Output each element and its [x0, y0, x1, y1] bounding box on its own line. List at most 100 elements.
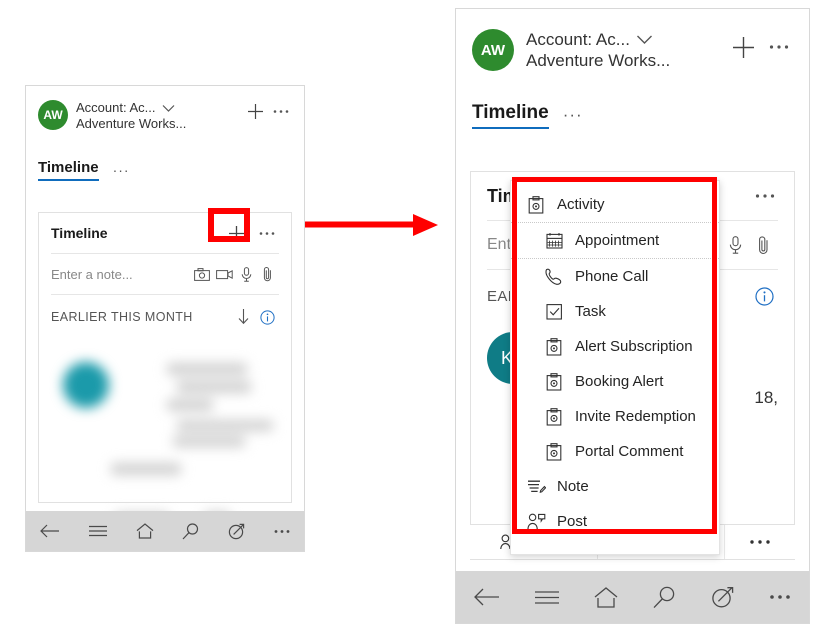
menu-item-activity[interactable]: Activity	[511, 187, 719, 222]
back-icon[interactable]	[40, 524, 60, 538]
search-icon[interactable]	[182, 522, 199, 540]
compass-icon[interactable]	[228, 523, 245, 540]
add-icon[interactable]	[729, 33, 757, 61]
menu-item-label: Portal Comment	[575, 443, 684, 460]
command-more-button[interactable]	[725, 525, 795, 559]
info-icon[interactable]	[255, 309, 279, 325]
menu-item-label: Booking Alert	[575, 373, 664, 390]
info-icon[interactable]	[750, 286, 778, 306]
sort-down-icon[interactable]	[231, 309, 255, 325]
chevron-down-icon[interactable]	[636, 34, 653, 45]
left-section-actions	[231, 309, 279, 325]
account-type-label: Account: Ac...	[76, 100, 156, 115]
tab-overflow-label: ···	[112, 161, 130, 178]
activity-icon	[525, 195, 547, 214]
tab-overflow-icon[interactable]: ···	[563, 105, 583, 125]
note-input-placeholder[interactable]: Enter a note...	[51, 267, 133, 282]
left-phone-frame: AW Account: Ac... Adventure Works... Tim…	[25, 85, 305, 552]
left-account-header[interactable]: AW Account: Ac... Adventure Works...	[26, 86, 304, 133]
attach-icon[interactable]	[257, 266, 279, 282]
more-icon[interactable]	[270, 100, 292, 122]
left-note-row[interactable]: Enter a note...	[39, 254, 291, 294]
section-label: EARLIER THIS MONTH	[51, 310, 193, 324]
more-icon[interactable]	[765, 33, 793, 61]
tab-timeline[interactable]: Timeline	[38, 159, 99, 181]
right-header-actions	[729, 33, 793, 61]
add-icon[interactable]	[244, 100, 266, 122]
left-section-row: EARLIER THIS MONTH	[39, 295, 291, 339]
microphone-icon[interactable]	[235, 266, 257, 282]
avatar: AW	[472, 29, 514, 71]
blurred-line	[167, 399, 213, 411]
left-card-header: Timeline	[39, 213, 291, 253]
right-tabbar: Timeline ···	[456, 102, 809, 129]
tab-overflow-icon[interactable]: ···	[113, 162, 130, 178]
menu-item-task[interactable]: Task	[511, 294, 719, 329]
menu-item-label: Appointment	[575, 232, 660, 249]
home-icon[interactable]	[594, 586, 618, 608]
left-header-actions	[244, 100, 292, 122]
highlight-box-add-button	[208, 208, 250, 242]
menu-icon[interactable]	[534, 590, 559, 605]
menu-item-label: Activity	[557, 196, 605, 213]
note-icon-group	[720, 235, 778, 255]
card-more-icon[interactable]	[752, 183, 778, 209]
menu-item-note[interactable]: Note	[511, 469, 719, 504]
left-timeline-card: Timeline Enter a note... EARLIER THIS MO…	[38, 212, 292, 525]
post-icon	[525, 513, 547, 530]
right-account-header[interactable]: AW Account: Ac... Adventure Works...	[456, 9, 809, 72]
menu-item-post[interactable]: Post	[511, 504, 719, 539]
menu-item-appointment[interactable]: Appointment	[511, 223, 719, 258]
blurred-record-preview	[49, 348, 283, 525]
menu-item-label: Note	[557, 478, 589, 495]
home-icon[interactable]	[136, 523, 154, 539]
blurred-avatar	[63, 362, 109, 408]
blurred-line	[173, 436, 245, 447]
activity-icon	[543, 407, 565, 426]
note-icon-group	[191, 266, 279, 282]
menu-item-portal-comment[interactable]: Portal Comment	[511, 434, 719, 469]
account-type-label: Account: Ac...	[526, 30, 630, 49]
blurred-line	[177, 420, 273, 431]
more-icon[interactable]	[274, 529, 290, 534]
menu-item-phone-call[interactable]: Phone Call	[511, 259, 719, 294]
menu-item-label: Task	[575, 303, 606, 320]
account-name-block[interactable]: Account: Ac... Adventure Works...	[526, 29, 670, 72]
account-line-1: Account: Ac...	[76, 100, 186, 116]
screenshot-stage: AW Account: Ac... Adventure Works... Tim…	[0, 0, 818, 632]
left-tabbar: Timeline ···	[26, 159, 304, 181]
account-line-2: Adventure Works...	[526, 51, 671, 71]
right-card-actions	[752, 183, 778, 209]
activity-icon	[543, 442, 565, 461]
right-arrow	[305, 212, 440, 238]
menu-item-label: Post	[557, 513, 588, 530]
account-name-block[interactable]: Account: Ac... Adventure Works...	[76, 100, 186, 133]
menu-item-label: Phone Call	[575, 268, 649, 285]
back-icon[interactable]	[473, 588, 500, 606]
compass-icon[interactable]	[711, 586, 734, 609]
microphone-icon[interactable]	[720, 236, 750, 254]
blurred-line	[111, 463, 181, 475]
attach-icon[interactable]	[750, 235, 778, 255]
right-navbar	[456, 571, 809, 623]
avatar-initials: AW	[43, 108, 63, 122]
left-navbar	[26, 511, 304, 551]
video-icon[interactable]	[213, 269, 235, 280]
menu-item-booking-alert[interactable]: Booking Alert	[511, 364, 719, 399]
menu-item-invite-redemption[interactable]: Invite Redemption	[511, 399, 719, 434]
tab-timeline[interactable]: Timeline	[472, 102, 549, 129]
menu-icon[interactable]	[88, 525, 107, 537]
create-record-menu[interactable]: Activity Appointment Phone Call Task Ale…	[510, 180, 720, 555]
task-icon	[543, 303, 565, 320]
record-date: 18,	[754, 388, 778, 407]
card-title: Timeline	[51, 225, 108, 241]
camera-icon[interactable]	[191, 267, 213, 281]
search-icon[interactable]	[653, 586, 676, 609]
tab-timeline-label: Timeline	[38, 158, 99, 176]
calendar-icon	[543, 232, 565, 249]
card-more-icon[interactable]	[255, 221, 279, 245]
more-icon[interactable]	[769, 594, 791, 600]
menu-item-alert-subscription[interactable]: Alert Subscription	[511, 329, 719, 364]
blurred-line	[167, 363, 247, 375]
chevron-down-icon[interactable]	[162, 104, 175, 113]
